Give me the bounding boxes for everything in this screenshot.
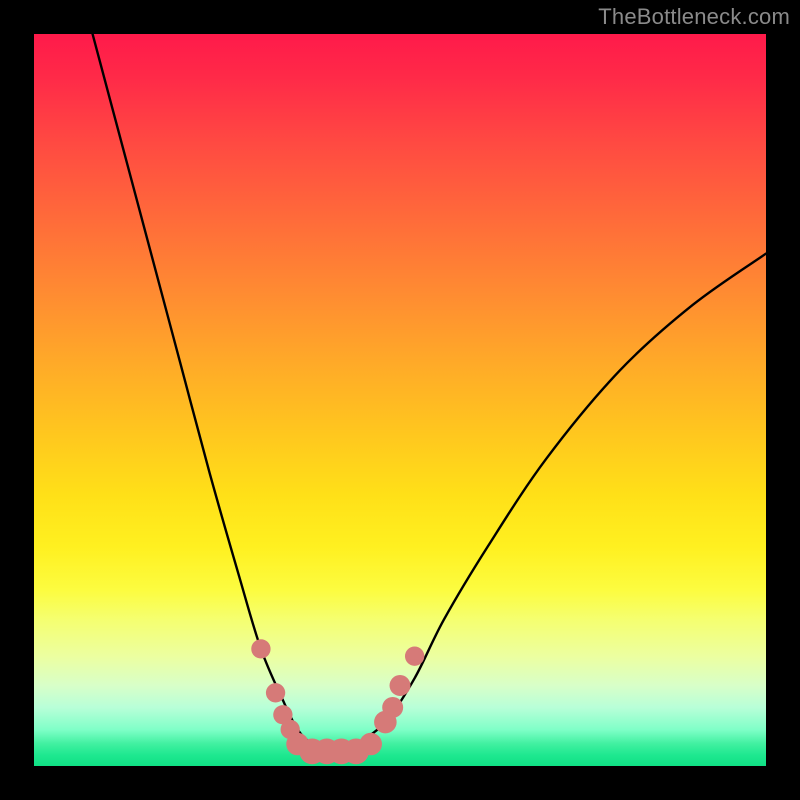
bottleneck-curve (93, 34, 766, 752)
data-marker (359, 733, 382, 756)
chart-frame: TheBottleneck.com (0, 0, 800, 800)
plot-area (34, 34, 766, 766)
chart-svg (34, 34, 766, 766)
curve-group (93, 34, 766, 752)
data-marker (390, 675, 411, 696)
data-marker (266, 683, 285, 702)
data-marker (382, 697, 403, 718)
watermark-text: TheBottleneck.com (598, 4, 790, 30)
marker-group (251, 639, 424, 764)
data-marker (251, 639, 270, 658)
data-marker (405, 647, 424, 666)
